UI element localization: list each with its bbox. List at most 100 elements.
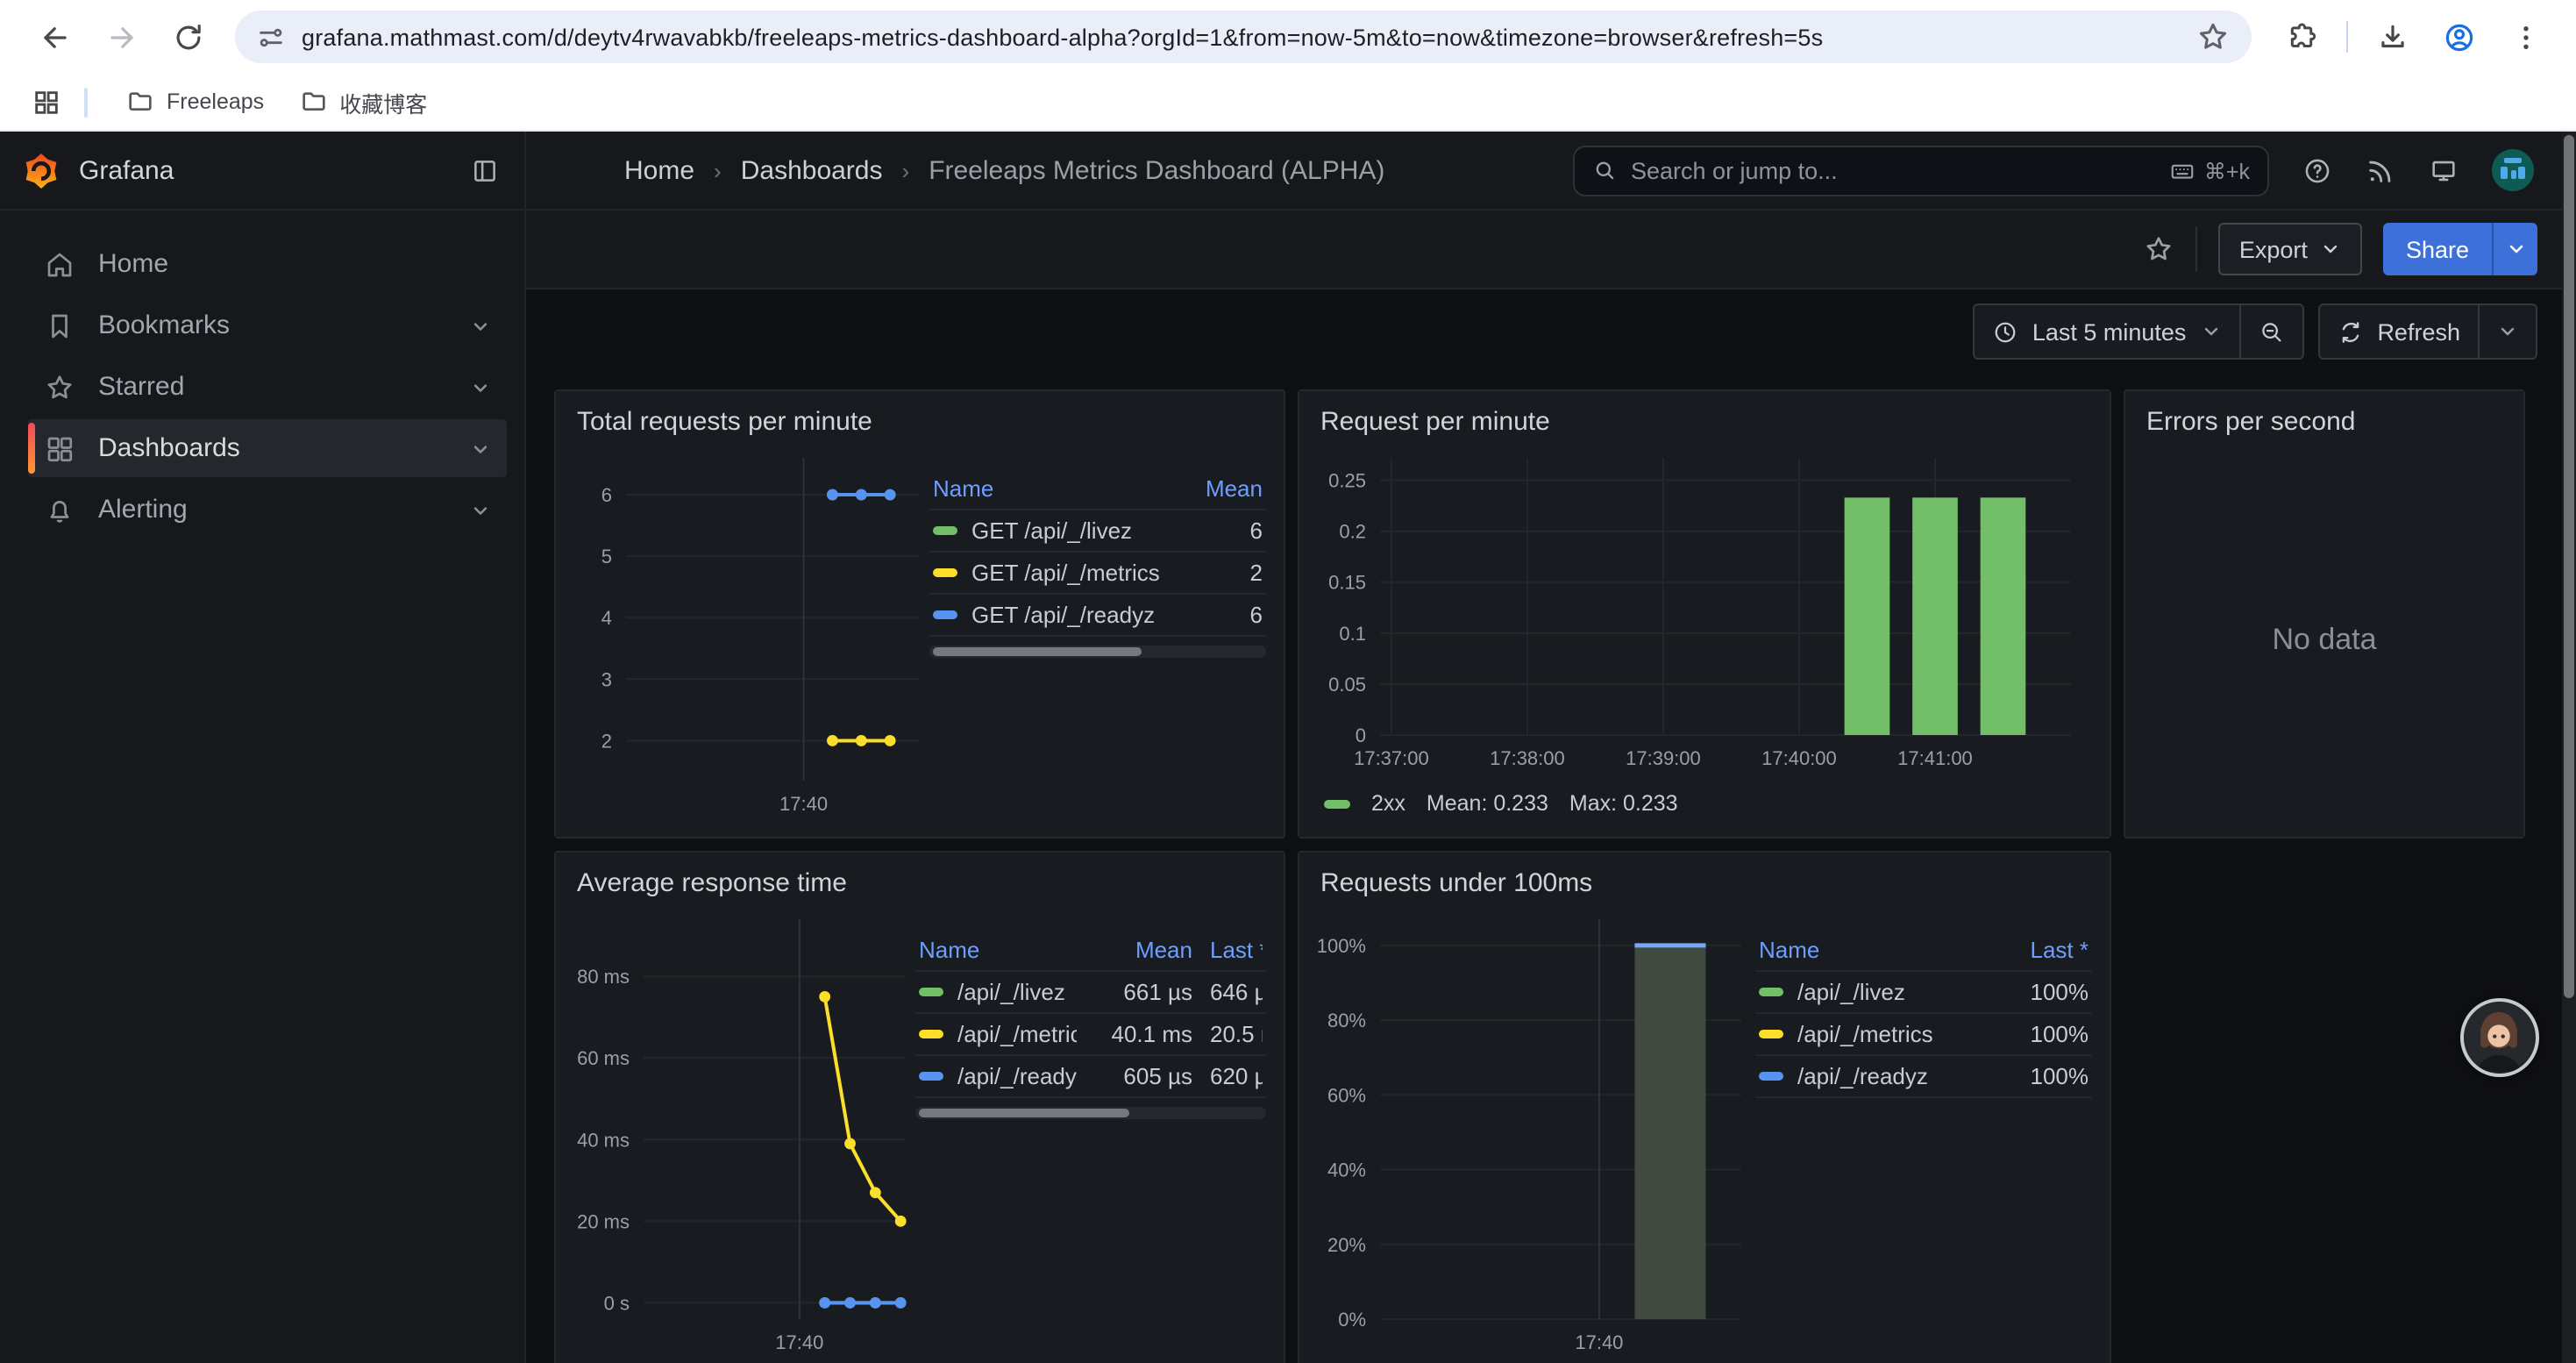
reload-button[interactable]	[167, 16, 209, 58]
legend-column-header[interactable]: Last *	[1210, 937, 1263, 963]
legend-row: GET /api/_/livez6	[929, 510, 1266, 553]
sidebar-item-label: Home	[98, 249, 168, 279]
dock-sidebar-icon[interactable]	[470, 155, 500, 185]
floating-avatar[interactable]	[2460, 998, 2539, 1077]
brand-name[interactable]: Grafana	[79, 155, 174, 185]
share-menu-button[interactable]	[2492, 223, 2537, 275]
forward-button[interactable]	[100, 16, 142, 58]
chevron-down-icon	[2497, 321, 2518, 342]
chevron-down-icon[interactable]	[468, 436, 493, 460]
url-text[interactable]: grafana.mathmast.com/d/deytv4rwavabkb/fr…	[302, 24, 2181, 50]
bookmark-star-icon[interactable]	[2195, 19, 2231, 54]
legend-column-header[interactable]: Name	[933, 475, 1168, 502]
chevron-down-icon[interactable]	[468, 497, 493, 522]
panel-title[interactable]: Request per minute	[1299, 391, 2110, 444]
grafana-app: Grafana Home Bookmarks Starred	[0, 132, 2576, 1363]
series-name[interactable]: /api/_/livez	[1797, 979, 1905, 1005]
refresh-button[interactable]: Refresh	[2319, 305, 2478, 358]
series-swatch[interactable]	[933, 526, 957, 535]
bookmark-folder-freeleaps[interactable]: Freeleaps	[109, 81, 281, 123]
site-settings-icon[interactable]	[256, 22, 286, 52]
bookmark-folder-blogs[interactable]: 收藏博客	[281, 78, 445, 125]
y-axis-tick: 40%	[1327, 1160, 1366, 1181]
scrollbar-thumb[interactable]	[2564, 135, 2574, 998]
panel-errors-per-second[interactable]: Errors per second No data	[2124, 389, 2525, 838]
panel-title[interactable]: Average response time	[556, 853, 1284, 905]
back-button[interactable]	[33, 16, 75, 58]
panel-title[interactable]: Requests under 100ms	[1299, 853, 2110, 905]
time-range-button[interactable]: Last 5 minutes	[1975, 305, 2239, 358]
legend-column-header[interactable]: Mean	[1094, 937, 1192, 963]
series-swatch[interactable]	[933, 568, 957, 577]
series-swatch[interactable]	[919, 1030, 943, 1038]
chart-request-per-minute[interactable]: 0.250.20.150.10.05017:37:0017:38:0017:39…	[1310, 444, 2089, 781]
series-name[interactable]: /api/_/readyz	[957, 1063, 1077, 1089]
panel-title[interactable]: Total requests per minute	[556, 391, 1284, 444]
legend-column-header[interactable]: Mean	[1185, 475, 1263, 502]
series-name[interactable]: GET /api/_/livez	[971, 517, 1132, 544]
chevron-down-icon[interactable]	[468, 375, 493, 399]
panel-title[interactable]: Errors per second	[2125, 391, 2523, 444]
downloads-button[interactable]	[2371, 16, 2413, 58]
series-swatch[interactable]	[1759, 1072, 1783, 1081]
extensions-button[interactable]	[2281, 16, 2323, 58]
grafana-logo[interactable]	[23, 152, 60, 189]
series-name[interactable]: GET /api/_/readyz	[971, 602, 1155, 628]
legend-scrollbar[interactable]	[929, 646, 1266, 658]
favorite-star-icon[interactable]	[2143, 233, 2174, 265]
export-button[interactable]: Export	[2218, 223, 2362, 275]
sidebar-item-dashboards[interactable]: Dashboards	[28, 419, 507, 477]
legend-column-header[interactable]: Name	[919, 937, 1077, 963]
series-name[interactable]: /api/_/livez	[957, 979, 1065, 1005]
series-name[interactable]: /api/_/metrics	[1797, 1021, 1933, 1047]
legend-column-header[interactable]: Name	[1759, 937, 1990, 963]
refresh-interval-button[interactable]	[2480, 305, 2536, 358]
series-swatch[interactable]	[933, 610, 957, 619]
chart-requests-under-100ms[interactable]: 100%80%60%40%20%0%17:40	[1310, 905, 1755, 1361]
y-axis-tick: 0%	[1338, 1309, 1366, 1331]
breadcrumb-dashboards[interactable]: Dashboards	[741, 155, 883, 185]
series-name[interactable]: 2xx	[1371, 791, 1405, 816]
zoom-out-button[interactable]	[2240, 305, 2302, 358]
legend-scrollbar[interactable]	[915, 1107, 1266, 1119]
series-value: 2	[1185, 560, 1263, 586]
chart-total-requests[interactable]: 6543217:40	[566, 444, 929, 823]
series-name[interactable]: GET /api/_/metrics	[971, 560, 1160, 586]
refresh-label: Refresh	[2377, 318, 2460, 345]
series-line	[825, 996, 901, 1221]
series-value: 6	[1185, 602, 1263, 628]
chevron-down-icon	[2200, 321, 2221, 342]
panel-requests-under-100ms[interactable]: Requests under 100ms 100%80%60%40%20%0%1…	[1298, 851, 2111, 1363]
series-swatch[interactable]	[919, 1072, 943, 1081]
sidebar-item-alerting[interactable]: Alerting	[28, 481, 507, 539]
chevron-down-icon[interactable]	[468, 313, 493, 338]
series-swatch[interactable]	[919, 988, 943, 996]
user-avatar[interactable]	[2492, 149, 2534, 191]
series-name[interactable]: /api/_/metrics	[957, 1021, 1077, 1047]
panel-average-response-time[interactable]: Average response time 80 ms60 ms40 ms20 …	[554, 851, 1285, 1363]
breadcrumb-home[interactable]: Home	[624, 155, 694, 185]
monitor-icon[interactable]	[2429, 155, 2459, 185]
panel-total-requests-per-minute[interactable]: Total requests per minute 6543217:40 Nam…	[554, 389, 1285, 838]
search-input[interactable]: Search or jump to... ⌘+k	[1573, 145, 2269, 196]
help-icon[interactable]	[2302, 155, 2332, 185]
share-button[interactable]: Share	[2383, 223, 2492, 275]
apps-button[interactable]	[25, 81, 67, 123]
panel-request-per-minute[interactable]: Request per minute 0.250.20.150.10.05017…	[1298, 389, 2111, 838]
series-name[interactable]: /api/_/readyz	[1797, 1063, 1928, 1089]
profile-button[interactable]	[2437, 16, 2480, 58]
browser-menu-button[interactable]	[2504, 16, 2546, 58]
address-bar[interactable]: grafana.mathmast.com/d/deytv4rwavabkb/fr…	[235, 11, 2252, 63]
sidebar-item-starred[interactable]: Starred	[28, 358, 507, 416]
sidebar-item-home[interactable]: Home	[28, 235, 507, 293]
x-axis-tick: 17:40	[779, 793, 828, 815]
chart-average-response-time[interactable]: 80 ms60 ms40 ms20 ms0 s17:40	[566, 905, 915, 1361]
series-swatch[interactable]	[1324, 799, 1350, 808]
rss-icon[interactable]	[2366, 155, 2395, 185]
page-scrollbar[interactable]	[2562, 132, 2576, 1363]
sidebar-item-bookmarks[interactable]: Bookmarks	[28, 296, 507, 354]
legend-column-header[interactable]: Last *	[2008, 937, 2089, 963]
chevron-down-icon	[2320, 239, 2341, 260]
series-swatch[interactable]	[1759, 988, 1783, 996]
series-swatch[interactable]	[1759, 1030, 1783, 1038]
